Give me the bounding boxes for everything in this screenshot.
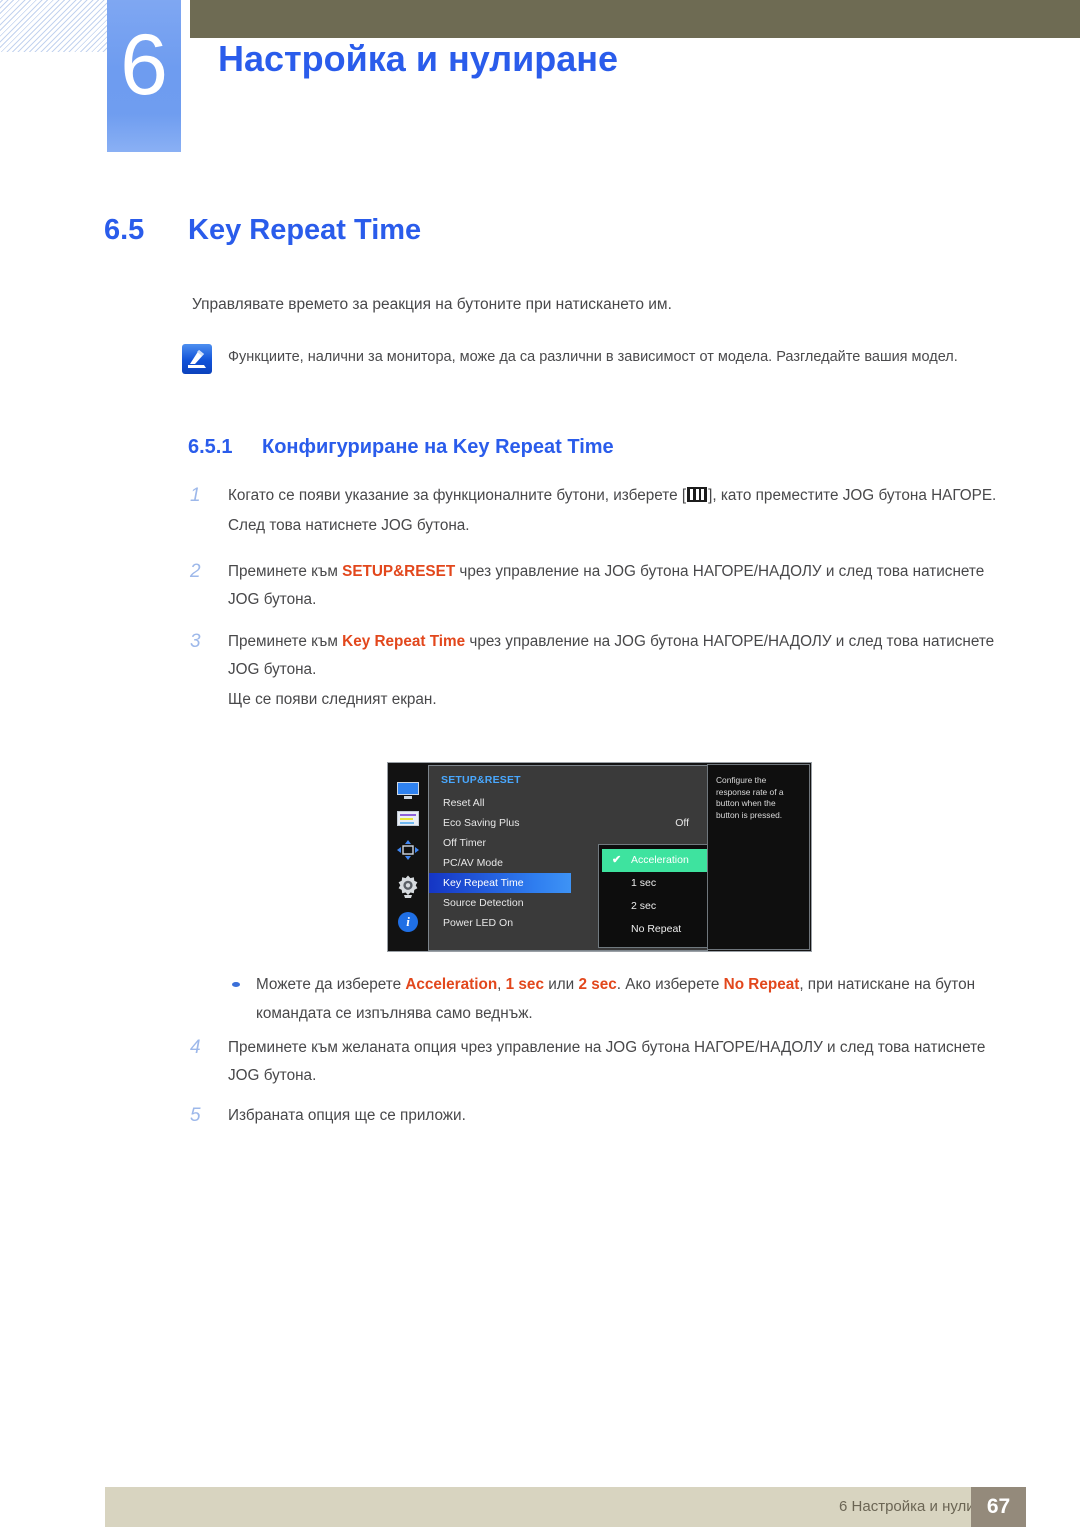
bullet-text: Можете да изберете Acceleration, 1 sec и… bbox=[256, 970, 992, 1028]
osd-menu-screenshot: i SETUP&RESET Reset All Eco Saving Plus … bbox=[387, 762, 812, 952]
step-text-before: Преминете към bbox=[228, 563, 343, 580]
step-number: 3 bbox=[190, 631, 201, 652]
header-hatch-pattern bbox=[0, 0, 108, 52]
osd-icon-column: i bbox=[388, 763, 428, 951]
osd-item-label: Eco Saving Plus bbox=[443, 817, 520, 829]
subsection-heading: 6.5.1 Конфигуриране на Key Repeat Time bbox=[188, 436, 614, 459]
picture-settings-icon bbox=[397, 811, 419, 827]
osd-help-panel: Configure the response rate of a button … bbox=[707, 764, 810, 950]
note-block: Функциите, налични за монитора, може да … bbox=[182, 344, 994, 374]
osd-item-label: Power LED On bbox=[443, 917, 514, 929]
section-number: 6.5 bbox=[104, 214, 145, 246]
osd-menu-title: SETUP&RESET bbox=[441, 774, 521, 786]
bullet-highlight: 1 sec bbox=[505, 976, 544, 993]
chapter-number: 6 bbox=[120, 17, 168, 113]
step-list: 1 Когато се появи указание за функционал… bbox=[190, 482, 1000, 714]
step-item: 1 Когато се появи указание за функционал… bbox=[190, 482, 1000, 510]
osd-dropdown-label: No Repeat bbox=[631, 923, 682, 935]
step-text: Когато се появи указание за функционални… bbox=[228, 482, 996, 510]
step-item: 2 Преминете към SETUP&RESET чрез управле… bbox=[190, 558, 1000, 614]
osd-dropdown-label: 2 sec bbox=[631, 900, 657, 912]
osd-menu-item-selected[interactable]: Key Repeat Time bbox=[429, 873, 571, 893]
subsection-number: 6.5.1 bbox=[188, 436, 233, 458]
step-text-before: Когато се появи указание за функционални… bbox=[228, 487, 687, 504]
bullet-item: Можете да изберете Acceleration, 1 sec и… bbox=[232, 970, 992, 1028]
bullet-highlight: No Repeat bbox=[723, 976, 800, 993]
osd-item-label: Key Repeat Time bbox=[443, 877, 524, 889]
step-text: Преминете към желаната опция чрез управл… bbox=[228, 1039, 986, 1084]
info-icon: i bbox=[398, 912, 418, 933]
gear-icon bbox=[395, 874, 421, 900]
check-icon: ✔ bbox=[612, 854, 622, 866]
osd-item-label: Source Detection bbox=[443, 897, 524, 909]
step-list-continued: 4 Преминете към желаната опция чрез упра… bbox=[190, 1034, 1000, 1132]
header-olive-bar bbox=[190, 0, 1080, 38]
step-text: Преминете към Key Repeat Time чрез управ… bbox=[228, 628, 1000, 684]
step-item: 3 Преминете към Key Repeat Time чрез упр… bbox=[190, 628, 1000, 684]
step-text: Избраната опция ще се приложи. bbox=[228, 1107, 466, 1124]
step-item: 4 Преминете към желаната опция чрез упра… bbox=[190, 1034, 1000, 1090]
subsection-title: Конфигуриране на Key Repeat Time bbox=[262, 436, 614, 458]
step-text: Преминете към SETUP&RESET чрез управлени… bbox=[228, 558, 1000, 614]
osd-item-label: Reset All bbox=[443, 797, 485, 809]
osd-dropdown-label: Acceleration bbox=[631, 854, 689, 866]
step-text-after: ], като преместите JOG бутона НАГОРЕ. bbox=[708, 487, 997, 504]
step-text-before: Преминете към bbox=[228, 633, 343, 650]
footer-page-number: 67 bbox=[971, 1487, 1026, 1527]
osd-item-label: PC/AV Mode bbox=[443, 857, 503, 869]
chapter-title: Настройка и нулиране bbox=[218, 38, 619, 79]
osd-menu-item[interactable]: Eco Saving Plus Off bbox=[441, 813, 695, 833]
step-number: 4 bbox=[190, 1037, 201, 1058]
bullet-part: , bbox=[497, 976, 506, 993]
bullet-highlight: 2 sec bbox=[578, 976, 617, 993]
bullet-part: Можете да изберете bbox=[256, 976, 406, 993]
osd-menu-panel: SETUP&RESET Reset All Eco Saving Plus Of… bbox=[428, 765, 743, 951]
osd-item-label: Off Timer bbox=[443, 837, 486, 849]
osd-menu-item[interactable]: Reset All bbox=[441, 793, 695, 813]
note-text: Функциите, налични за монитора, може да … bbox=[228, 349, 958, 365]
step-highlight: SETUP&RESET bbox=[342, 563, 456, 580]
step-number: 5 bbox=[190, 1105, 201, 1126]
bullet-part: или bbox=[543, 976, 579, 993]
step-highlight: Key Repeat Time bbox=[342, 633, 466, 650]
monitor-icon bbox=[397, 781, 419, 799]
bullet-dot-icon bbox=[232, 982, 240, 987]
section-intro-text: Управлявате времето за реакция на бутони… bbox=[192, 296, 672, 313]
osd-item-value: Off bbox=[675, 817, 689, 829]
step-number: 1 bbox=[190, 485, 201, 506]
section-heading: 6.5 Key Repeat Time bbox=[104, 214, 421, 247]
step-number: 2 bbox=[190, 561, 201, 582]
bullet-part: . Ако изберете bbox=[616, 976, 724, 993]
step-subtext: След това натиснете JOG бутона. bbox=[228, 517, 470, 534]
section-title: Key Repeat Time bbox=[188, 214, 422, 246]
bullet-highlight: Acceleration bbox=[405, 976, 498, 993]
osd-dropdown-label: 1 sec bbox=[631, 877, 657, 889]
display-position-icon bbox=[396, 839, 420, 861]
menu-bars-icon bbox=[687, 487, 708, 502]
step-subtext: Ще се появи следният екран. bbox=[228, 691, 437, 708]
note-pen-icon bbox=[182, 344, 212, 374]
step-item: 5 Избраната опция ще се приложи. bbox=[190, 1102, 1000, 1130]
